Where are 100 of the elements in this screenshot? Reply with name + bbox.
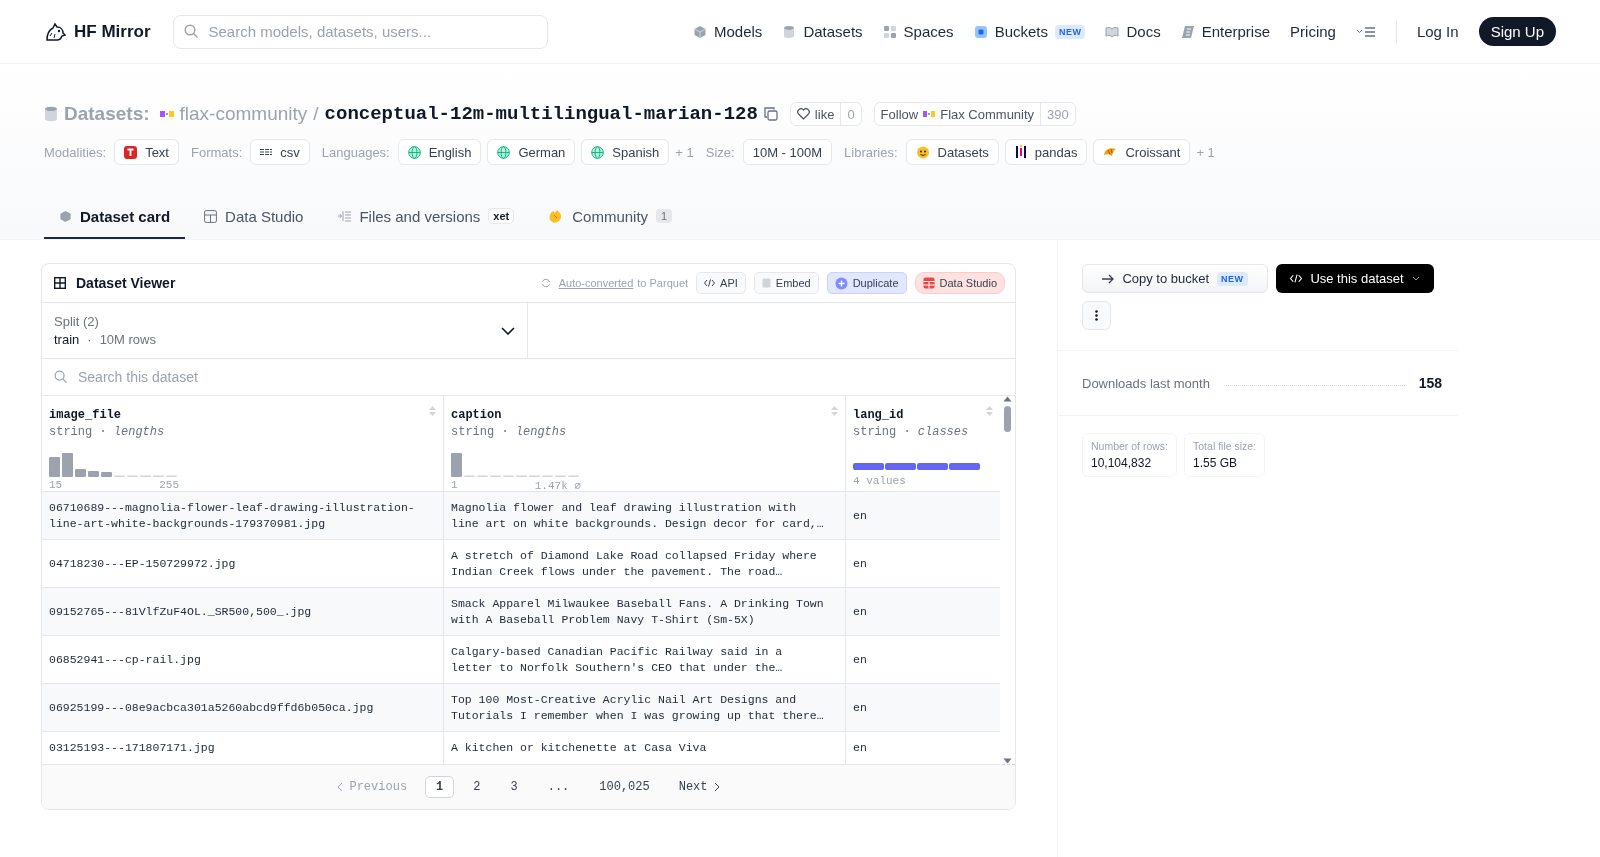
tag-chip[interactable]: pandas [1004, 139, 1088, 165]
caret-icon [1411, 276, 1420, 281]
column-name[interactable]: caption [451, 408, 502, 422]
chevron-down-icon [501, 326, 515, 335]
column-name[interactable]: lang_id [853, 408, 904, 422]
nav-link[interactable]: Spaces [882, 23, 954, 40]
tag-group-label: Formats: [191, 144, 243, 160]
search-bar[interactable]: Search models, datasets, users... [172, 14, 548, 49]
menu-icon[interactable] [1355, 25, 1376, 38]
table-cell: en [853, 555, 867, 572]
xet-badge: xet [488, 208, 515, 224]
scrollbar-thumb[interactable] [1004, 406, 1011, 432]
use-dataset-button[interactable]: Use this dataset [1276, 264, 1434, 293]
column-name[interactable]: image_file [49, 408, 121, 422]
tag-chip[interactable]: Croissant [1093, 139, 1191, 165]
table-cell: 04718230---EP-150729972.jpg [49, 555, 236, 572]
follow-button[interactable]: Follow Flax Community 390 [873, 102, 1076, 126]
table-cell: Calgary-based Canadian Pacific Railway said in a letter to Norfolk Southern's CEO that under the… [451, 643, 783, 676]
nav-link[interactable]: Docs [1105, 23, 1161, 40]
copy-to-bucket-button[interactable]: Copy to bucket NEW [1082, 264, 1268, 293]
viewer-action-button[interactable]: API [696, 272, 746, 294]
table-icon [260, 148, 273, 156]
table-cell: en [853, 603, 867, 620]
table-cell: 06925199---08e9acbca301a5260abcd9ffd6b050ca.jpg [49, 699, 374, 716]
table-cell: en [853, 740, 867, 756]
nav-link[interactable]: Enterprise [1180, 23, 1271, 40]
like-button[interactable]: like 0 [789, 102, 862, 126]
downloads-label: Downloads last month [1082, 375, 1210, 391]
nav-link[interactable]: Models [693, 23, 763, 40]
tag-chip[interactable]: csv [250, 139, 310, 165]
split-dropdown[interactable]: Split (2) train · 10M rows [42, 303, 528, 358]
dot-separator: · [87, 332, 92, 347]
login-link[interactable]: Log In [1416, 23, 1459, 40]
null-mark: ⌀ [574, 480, 581, 492]
next-page-link[interactable]: Next [668, 777, 730, 797]
copy-icon[interactable] [763, 107, 778, 121]
min-length: 15 [49, 479, 63, 491]
table-cell: Magnolia flower and leaf drawing illustration with line art on white backgrounds. Design decor for card,… [451, 499, 824, 532]
new-label: NEW [1055, 24, 1086, 39]
stat-value: 10,104,832 [1091, 456, 1153, 470]
page-link[interactable]: 3 [499, 776, 529, 798]
viewer-title: Dataset Viewer [76, 275, 176, 291]
cube-icon [59, 209, 72, 223]
tab[interactable]: Community 1 [533, 195, 688, 239]
tag-chip[interactable]: English [397, 139, 482, 165]
tab[interactable]: Files and versions xet [322, 195, 530, 239]
tag-chip[interactable]: Spanish [581, 139, 670, 165]
search-field[interactable]: Search models, datasets, users... [206, 22, 537, 41]
page-link[interactable]: 2 [462, 776, 492, 798]
viewer-action-button[interactable]: Duplicate [826, 272, 907, 294]
tag-group-label: Libraries: [844, 144, 898, 160]
tag-chip[interactable]: German [487, 139, 576, 165]
page-link[interactable]: ... [536, 776, 581, 798]
files-icon [337, 210, 352, 222]
search-icon [183, 24, 199, 39]
smiley-icon [915, 145, 930, 159]
row-count: 10M rows [99, 332, 156, 347]
stat-label: Number of rows: [1091, 440, 1169, 452]
nav-link[interactable]: Datasets [782, 23, 863, 40]
page-link[interactable]: 1 [425, 776, 455, 798]
table-cell: Smack Apparel Milwaukee Baseball Fans. A Drinking Town with A Baseball Problem Navy T-Shirt (Sm-5X) [451, 595, 824, 628]
org-logo-icon [159, 110, 174, 118]
table-cell: 06852941---cp-rail.jpg [49, 651, 201, 668]
tag-chip[interactable]: 10M - 100M [742, 139, 833, 165]
tag-chip[interactable]: Text [114, 139, 179, 165]
heart-icon [796, 108, 810, 120]
tab[interactable]: Data Studio [189, 195, 319, 239]
path-separator: / [313, 103, 319, 125]
tag-chip[interactable]: Datasets [905, 139, 999, 165]
signup-button[interactable]: Sign Up [1478, 17, 1556, 46]
brand-name[interactable]: HF Mirror [74, 21, 151, 42]
tab[interactable]: Dataset card [44, 195, 186, 239]
dataset-search-field[interactable]: Search this dataset [76, 368, 1003, 386]
stat-value: 1.55 GB [1193, 456, 1239, 470]
more-options-button[interactable] [1082, 301, 1111, 330]
viewer-action-button[interactable]: Embed [753, 272, 819, 294]
min-length: 1 [451, 479, 458, 492]
tag-group-label: Size: [705, 144, 735, 160]
stat-label: Total file size: [1193, 440, 1257, 452]
repo-type-label: Datasets: [64, 103, 150, 125]
column-type: string · classes [853, 425, 970, 439]
grid-icon [882, 24, 897, 39]
mascot-logo-icon[interactable] [44, 21, 66, 42]
split-label: Split (2) [54, 314, 100, 329]
page-link[interactable]: 100,025 [588, 776, 661, 798]
scroll-up-icon[interactable] [1003, 396, 1012, 402]
conversion-note: Auto-converted to Parquet [558, 277, 689, 289]
database-icon [44, 106, 58, 122]
follow-label: Follow Flax Community [879, 105, 1036, 124]
org-logo-icon [923, 111, 936, 117]
nav-link[interactable]: Pricing [1290, 23, 1336, 40]
text-icon [124, 145, 138, 159]
viewer-action-button[interactable]: Data Studio [914, 272, 1005, 294]
chevron-right-icon [713, 782, 720, 792]
code-icon [1290, 274, 1303, 283]
table-cell: en [853, 507, 867, 524]
nav-link[interactable]: Buckets NEW [973, 23, 1086, 40]
like-count: 0 [840, 103, 861, 125]
downloads-count: 158 [1418, 375, 1442, 391]
chevron-left-icon [337, 782, 344, 792]
